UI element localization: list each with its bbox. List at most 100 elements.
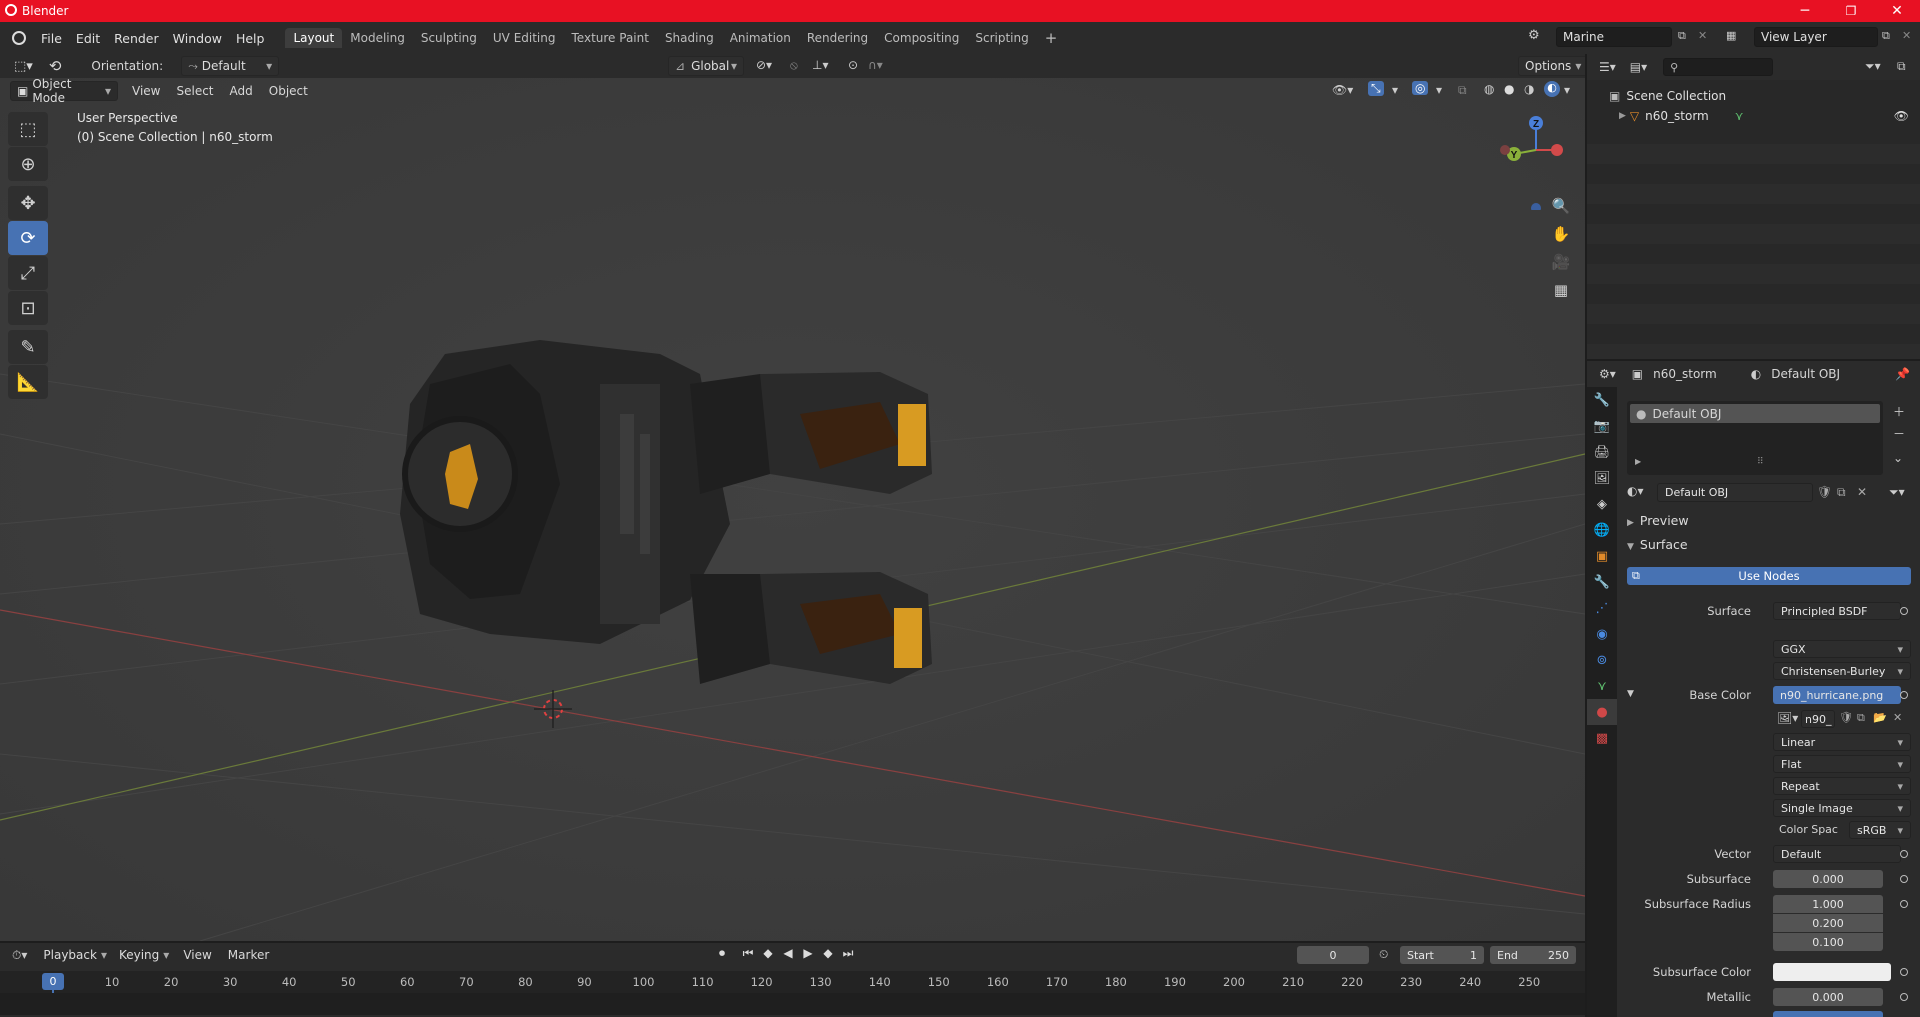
output-tab-icon[interactable]: 🖨 bbox=[1587, 439, 1617, 465]
constraints-tab-icon[interactable]: ⊚ bbox=[1587, 647, 1617, 673]
select-box-tool[interactable]: ⬚ bbox=[8, 112, 48, 146]
menu-render[interactable]: Render bbox=[107, 31, 166, 46]
transform-pivot-icon[interactable]: ⟲ bbox=[41, 55, 70, 77]
timeline-editor-icon[interactable]: ⏱▾ bbox=[12, 948, 27, 963]
tab-sculpting[interactable]: Sculpting bbox=[413, 28, 485, 48]
surface-shader-field[interactable]: Principled BSDF bbox=[1773, 602, 1901, 620]
blender-menu-icon[interactable] bbox=[12, 31, 26, 45]
measure-tool[interactable]: 📐 bbox=[8, 365, 48, 399]
subsurface-radius-x-field[interactable]: 1.000 bbox=[1773, 895, 1883, 913]
display-mode-icon[interactable]: ▤▾ bbox=[1630, 60, 1647, 74]
keying-menu[interactable]: Keying ▾ bbox=[113, 945, 175, 965]
play-icon[interactable]: ▶ bbox=[798, 946, 818, 961]
jump-end-icon[interactable]: ⏭ bbox=[838, 946, 858, 961]
tab-compositing[interactable]: Compositing bbox=[876, 28, 967, 48]
play-reverse-icon[interactable]: ◀ bbox=[778, 946, 798, 961]
falloff-icon[interactable]: ∩▾ bbox=[868, 58, 883, 72]
image-name-field[interactable]: n90_ bbox=[1801, 710, 1835, 728]
tab-modeling[interactable]: Modeling bbox=[342, 28, 413, 48]
restore-button[interactable]: ❐ bbox=[1828, 0, 1874, 22]
rendered-shading-icon[interactable]: ◐ bbox=[1544, 81, 1560, 97]
tab-animation[interactable]: Animation bbox=[722, 28, 799, 48]
material-tab-icon[interactable]: ● bbox=[1587, 699, 1617, 725]
annotate-tool[interactable]: ✎ bbox=[8, 330, 48, 364]
socket-icon[interactable] bbox=[1900, 875, 1908, 883]
delete-scene-icon[interactable]: ✕ bbox=[1698, 29, 1707, 42]
orientation-dropdown[interactable]: ⤳ Default ▾ bbox=[181, 56, 280, 76]
link-type-icon[interactable]: ⏷▾ bbox=[1889, 485, 1905, 500]
projection-dropdown[interactable]: Flat ▾ bbox=[1773, 755, 1911, 773]
object-menu[interactable]: Object bbox=[261, 82, 316, 100]
minimize-button[interactable]: ─ bbox=[1782, 0, 1828, 22]
proportional-edit-icon[interactable]: ⊙ bbox=[848, 58, 858, 72]
slot-menu-icon[interactable]: ⌄ bbox=[1893, 451, 1903, 465]
jump-start-icon[interactable]: ⏮ bbox=[738, 946, 758, 961]
snap-target-icon[interactable]: ⊥▾ bbox=[812, 58, 828, 72]
pan-hand-icon[interactable]: ✋ bbox=[1547, 220, 1575, 248]
add-slot-icon[interactable]: ＋ bbox=[1893, 403, 1905, 420]
scene-tab-icon[interactable]: ◈ bbox=[1587, 491, 1617, 517]
material-name-field[interactable]: Default OBJ bbox=[1657, 483, 1813, 502]
new-view-layer-icon[interactable]: ⧉ bbox=[1882, 29, 1890, 43]
tab-rendering[interactable]: Rendering bbox=[799, 28, 876, 48]
tool-tab-icon[interactable]: 🔧 bbox=[1587, 387, 1617, 413]
scene-icon[interactable]: ⚙ bbox=[1528, 28, 1540, 43]
timeline-track[interactable] bbox=[0, 993, 1585, 1015]
editor-type-icon[interactable]: ⬚▾ bbox=[6, 57, 41, 76]
subsurface-color-swatch[interactable] bbox=[1773, 963, 1891, 981]
chevron-down-icon[interactable]: ▾ bbox=[1564, 83, 1570, 97]
chevron-down-icon[interactable]: ▾ bbox=[1436, 83, 1442, 97]
camera-view-icon[interactable]: 🎥 bbox=[1547, 248, 1575, 276]
scene-field[interactable]: Marine bbox=[1556, 27, 1672, 47]
new-image-icon[interactable]: ⧉ bbox=[1857, 711, 1865, 725]
wireframe-shading-icon[interactable]: ◍ bbox=[1484, 82, 1494, 96]
tab-layout[interactable]: Layout bbox=[285, 28, 343, 48]
delete-view-layer-icon[interactable]: ✕ bbox=[1902, 29, 1911, 42]
menu-edit[interactable]: Edit bbox=[69, 31, 107, 46]
3d-viewport[interactable]: ⬚▾ ⟲ Orientation: ⤳ Default ▾ ⊿ Global ▾ ⊘… bbox=[0, 54, 1585, 941]
image-source-dropdown[interactable]: Single Image ▾ bbox=[1773, 799, 1911, 817]
scale-tool[interactable]: ⤢ bbox=[8, 256, 48, 290]
visibility-icon[interactable]: 👁▾ bbox=[1332, 83, 1353, 97]
object-tab-icon[interactable]: ▣ bbox=[1587, 543, 1617, 569]
tab-uv-editing[interactable]: UV Editing bbox=[485, 28, 564, 48]
socket-icon[interactable] bbox=[1900, 968, 1908, 976]
pivot-point-icon[interactable]: ⊘▾ bbox=[756, 58, 772, 72]
start-frame-field[interactable]: Start 1 bbox=[1400, 946, 1484, 964]
texture-tab-icon[interactable]: ▩ bbox=[1587, 725, 1617, 751]
transform-tool[interactable]: ⊡ bbox=[8, 291, 48, 325]
expand-arrow-icon[interactable]: ▶ bbox=[1635, 457, 1641, 466]
world-tab-icon[interactable]: 🌐 bbox=[1587, 517, 1617, 543]
overlays-icon[interactable]: ◎ bbox=[1412, 81, 1429, 95]
cursor-tool[interactable]: ⊕ bbox=[8, 147, 48, 181]
expand-arrow-icon[interactable]: ▶ bbox=[1619, 111, 1626, 121]
new-collection-icon[interactable]: ⧉ bbox=[1897, 59, 1906, 74]
particles-tab-icon[interactable]: ⋰ bbox=[1587, 595, 1617, 621]
view-layer-tab-icon[interactable]: 🖼 bbox=[1587, 465, 1617, 491]
preview-section-header[interactable]: ▶ Preview bbox=[1627, 513, 1689, 528]
marker-menu[interactable]: Marker bbox=[220, 946, 277, 964]
scene-collection-row[interactable]: ▣ Scene Collection bbox=[1609, 86, 1909, 106]
subsurface-radius-y-field[interactable]: 0.200 bbox=[1773, 914, 1883, 932]
menu-window[interactable]: Window bbox=[166, 31, 229, 46]
prev-keyframe-icon[interactable]: ◆ bbox=[758, 946, 778, 961]
menu-file[interactable]: File bbox=[34, 31, 69, 46]
xray-icon[interactable]: ⧉ bbox=[1458, 83, 1467, 98]
tab-shading[interactable]: Shading bbox=[657, 28, 722, 48]
next-keyframe-icon[interactable]: ◆ bbox=[818, 946, 838, 961]
outliner-search-input[interactable]: ⚲ bbox=[1663, 58, 1774, 76]
socket-icon[interactable] bbox=[1900, 691, 1908, 699]
snap-icon[interactable]: ⦸ bbox=[790, 58, 798, 73]
tab-texture-paint[interactable]: Texture Paint bbox=[564, 28, 657, 48]
tab-scripting[interactable]: Scripting bbox=[967, 28, 1036, 48]
transform-space-dropdown[interactable]: ⊿ Global ▾ bbox=[668, 56, 744, 76]
socket-icon[interactable] bbox=[1900, 900, 1908, 908]
select-menu[interactable]: Select bbox=[168, 82, 221, 100]
distribution-dropdown[interactable]: GGX ▾ bbox=[1773, 640, 1911, 658]
resize-grip-icon[interactable]: ⠿ bbox=[1757, 457, 1764, 467]
properties-editor-icon[interactable]: ⚙▾ bbox=[1599, 367, 1616, 381]
browse-material-icon[interactable]: ◐▾ bbox=[1627, 484, 1644, 498]
solid-shading-icon[interactable]: ● bbox=[1504, 82, 1514, 96]
fake-user-icon[interactable]: 🛡 bbox=[1817, 485, 1832, 499]
gizmo-toggle-icon[interactable]: ⤡ bbox=[1368, 81, 1384, 96]
